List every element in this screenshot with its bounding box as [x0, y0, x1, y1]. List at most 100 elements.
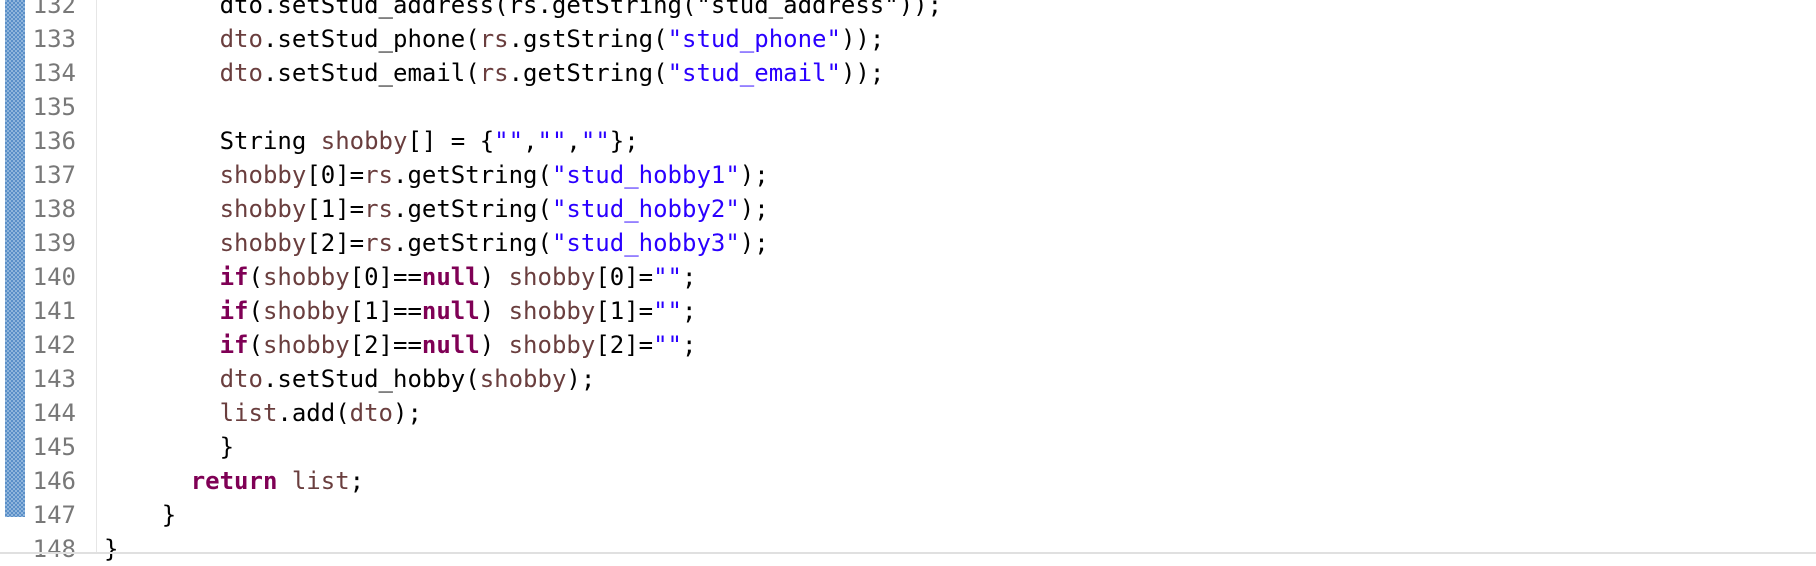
code-line[interactable]: 138 shobby[1]=rs.getString("stud_hobby2"… [0, 192, 1816, 226]
variable-token: rs [479, 59, 509, 87]
code-text[interactable]: dto.setStud_email(rs.getString("stud_ema… [104, 56, 885, 90]
code-text[interactable]: } [104, 532, 118, 566]
keyword-token: if [219, 297, 249, 325]
line-number: 142 [32, 331, 76, 359]
code-text[interactable]: shobby[1]=rs.getString("stud_hobby2"); [104, 192, 769, 226]
code-lines[interactable]: 132 dto.setStud_address(rs.getString("st… [0, 0, 1816, 566]
code-token: [1]== [349, 297, 422, 325]
line-number: 132 [32, 0, 76, 19]
code-text[interactable]: dto.setStud_address(rs.getString("stud_a… [104, 0, 942, 22]
line-number: 146 [32, 467, 76, 495]
code-token: .setStud_hobby( [262, 365, 480, 393]
code-text[interactable]: } [104, 430, 234, 464]
code-line[interactable]: 133 dto.setStud_phone(rs.gstString("stud… [0, 22, 1816, 56]
code-line[interactable]: 135 [0, 90, 1816, 124]
code-token: .getString( [393, 195, 552, 223]
code-token: [0]= [595, 263, 654, 291]
code-line[interactable]: 147 } [0, 498, 1816, 532]
code-text[interactable]: dto.setStud_phone(rs.gstString("stud_pho… [104, 22, 885, 56]
code-line[interactable]: 134 dto.setStud_email(rs.getString("stud… [0, 56, 1816, 90]
code-text[interactable]: String shobby[] = {"","",""}; [104, 124, 639, 158]
code-editor[interactable]: 132 dto.setStud_address(rs.getString("st… [0, 0, 1816, 563]
code-token: ) [479, 331, 509, 359]
code-token: .getString( [393, 161, 552, 189]
line-number: 148 [32, 535, 76, 563]
string-token: "stud_email" [667, 59, 841, 87]
code-token: ); [739, 161, 769, 189]
string-token: "" [494, 127, 524, 155]
code-line[interactable]: 140 if(shobby[0]==null) shobby[0]=""; [0, 260, 1816, 294]
code-token: )); [840, 59, 885, 87]
code-token: [0]= [306, 161, 365, 189]
code-token: .getString( [508, 59, 668, 87]
code-text[interactable]: if(shobby[2]==null) shobby[2]=""; [104, 328, 697, 362]
code-token: ) [479, 297, 509, 325]
line-number: 144 [32, 399, 76, 427]
string-token: "stud_hobby2" [551, 195, 740, 223]
keyword-token: null [421, 263, 480, 291]
code-text[interactable]: list.add(dto); [104, 396, 422, 430]
code-line[interactable]: 139 shobby[2]=rs.getString("stud_hobby3"… [0, 226, 1816, 260]
line-number: 133 [32, 25, 76, 53]
variable-token: list [291, 467, 350, 495]
keyword-token: if [219, 263, 249, 291]
code-line[interactable]: 144 list.add(dto); [0, 396, 1816, 430]
code-token: .add( [277, 399, 350, 427]
variable-token: list [219, 399, 278, 427]
code-token: [] = { [407, 127, 495, 155]
variable-token: shobby [219, 229, 307, 257]
code-line[interactable]: 141 if(shobby[1]==null) shobby[1]=""; [0, 294, 1816, 328]
code-line[interactable]: 137 shobby[0]=rs.getString("stud_hobby1"… [0, 158, 1816, 192]
code-token: } [104, 535, 119, 563]
code-line[interactable]: 145 } [0, 430, 1816, 464]
variable-token: shobby [262, 263, 350, 291]
code-line[interactable]: 132 dto.setStud_address(rs.getString("st… [0, 0, 1816, 22]
code-token: ); [566, 365, 596, 393]
code-token: ) [479, 263, 509, 291]
variable-token: rs [364, 229, 393, 257]
code-text[interactable]: dto.setStud_hobby(shobby); [104, 362, 596, 396]
code-token: [1]= [595, 297, 654, 325]
code-token: .getString( [393, 229, 552, 257]
code-token: [0]== [349, 263, 422, 291]
code-token: ( [248, 331, 263, 359]
code-token: ; [682, 297, 697, 325]
variable-token: shobby [508, 331, 596, 359]
variable-token: shobby [219, 195, 307, 223]
keyword-token: null [421, 331, 480, 359]
code-token: ( [248, 297, 263, 325]
code-token: String [104, 127, 321, 155]
line-number: 140 [32, 263, 76, 291]
code-line[interactable]: 146 return list; [0, 464, 1816, 498]
code-text[interactable]: if(shobby[1]==null) shobby[1]=""; [104, 294, 697, 328]
code-token: .gstString( [508, 25, 668, 53]
string-token: "" [580, 127, 610, 155]
variable-token: rs [364, 161, 393, 189]
code-line[interactable]: 143 dto.setStud_hobby(shobby); [0, 362, 1816, 396]
code-line[interactable]: 136 String shobby[] = {"","",""}; [0, 124, 1816, 158]
line-number: 134 [32, 59, 76, 87]
code-token: .setStud_email( [262, 59, 480, 87]
code-token: dto.setStud_address(rs.getString("stud_a… [104, 0, 943, 19]
code-line[interactable]: 142 if(shobby[2]==null) shobby[2]=""; [0, 328, 1816, 362]
line-number: 135 [32, 93, 76, 121]
keyword-token: return [190, 467, 278, 495]
code-text[interactable]: if(shobby[0]==null) shobby[0]=""; [104, 260, 697, 294]
code-line[interactable]: 148} [0, 532, 1816, 566]
code-text[interactable]: shobby[0]=rs.getString("stud_hobby1"); [104, 158, 769, 192]
code-text[interactable]: } [104, 498, 176, 532]
line-number: 137 [32, 161, 76, 189]
line-number: 145 [32, 433, 76, 461]
code-text[interactable]: return list; [104, 464, 364, 498]
line-number: 136 [32, 127, 76, 155]
variable-token: dto [349, 399, 393, 427]
code-text[interactable]: shobby[2]=rs.getString("stud_hobby3"); [104, 226, 769, 260]
